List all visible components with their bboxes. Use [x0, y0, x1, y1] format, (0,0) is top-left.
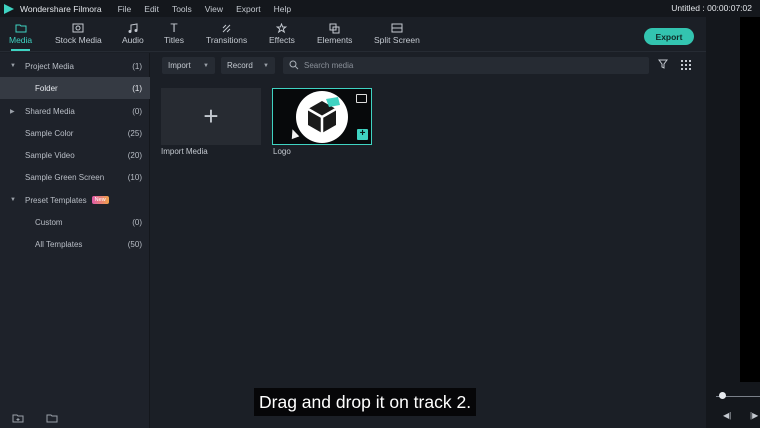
chevron-down-icon: ▼	[203, 62, 209, 69]
expand-down-icon[interactable]: ▼	[10, 63, 16, 69]
add-to-timeline-icon[interactable]: +	[357, 129, 368, 140]
tab-audio[interactable]: Audio	[122, 21, 144, 45]
sidebar-item-label-text: Preset Templates	[25, 195, 87, 205]
sidebar-item-label: Project Media	[25, 61, 74, 71]
import-media-tile[interactable]: +	[161, 88, 261, 145]
sidebar-item-label: All Templates	[35, 239, 83, 249]
search-media-input[interactable]: Search media	[283, 57, 649, 74]
step-back-icon[interactable]: ◀|	[723, 411, 731, 420]
transitions-icon	[219, 21, 235, 35]
plus-icon: +	[203, 101, 219, 131]
menu-help[interactable]: Help	[274, 4, 291, 14]
split-screen-icon	[389, 21, 405, 35]
sidebar-item-label: Folder	[35, 83, 58, 93]
sidebar-item-label: Shared Media	[25, 106, 75, 116]
effects-icon	[274, 21, 290, 35]
media-library-sidebar: ▼ Project Media (1) Folder (1) ▶ Shared …	[0, 53, 150, 428]
logo-media-tile[interactable]: +	[272, 88, 372, 145]
active-tab-indicator	[11, 49, 31, 51]
sidebar-item-count: (10)	[127, 172, 142, 182]
media-toolbar: Import ▼ Record ▼	[160, 57, 275, 75]
image-type-icon	[356, 94, 367, 103]
new-folder-icon[interactable]	[12, 413, 24, 426]
video-subtitle: Drag and drop it on track 2.	[254, 388, 477, 416]
tab-label: Transitions	[206, 35, 248, 45]
project-timecode: Untitled : 00:00:07:02	[671, 3, 752, 13]
sidebar-footer	[12, 413, 58, 426]
tab-label: Audio	[122, 35, 144, 45]
search-placeholder: Search media	[304, 61, 354, 70]
sidebar-item-project-media[interactable]: ▼ Project Media (1)	[0, 55, 150, 77]
sidebar-item-label: Sample Green Screen	[25, 172, 105, 182]
menu-export[interactable]: Export	[236, 4, 261, 14]
elements-icon	[327, 21, 343, 35]
record-label: Record	[227, 61, 253, 70]
app-name: Wondershare Filmora	[20, 3, 102, 14]
sidebar-item-all-templates[interactable]: All Templates (50)	[0, 233, 150, 255]
sidebar-item-count: (25)	[127, 128, 142, 138]
expand-right-icon[interactable]: ▶	[10, 108, 15, 115]
sidebar-item-count: (20)	[127, 150, 142, 160]
sidebar-item-count: (1)	[132, 61, 142, 71]
sidebar-item-sample-video[interactable]: Sample Video (20)	[0, 144, 150, 166]
expand-down-icon[interactable]: ▼	[10, 197, 16, 203]
grid-view-icon[interactable]	[681, 60, 691, 70]
menu-file[interactable]: File	[118, 4, 132, 14]
export-button[interactable]: Export	[644, 28, 694, 45]
sidebar-item-custom[interactable]: Custom (0)	[0, 211, 150, 233]
sidebar-item-folder[interactable]: Folder (1)	[0, 77, 150, 99]
sidebar-item-label: Preset Templates New	[25, 196, 109, 205]
sidebar-item-count: (50)	[127, 239, 142, 249]
title-bar: Wondershare Filmora File Edit Tools View…	[0, 0, 760, 17]
sidebar-item-count: (1)	[132, 83, 142, 93]
menu-edit[interactable]: Edit	[144, 4, 159, 14]
menu-tools[interactable]: Tools	[172, 4, 192, 14]
tab-label: Effects	[269, 35, 295, 45]
menu-view[interactable]: View	[205, 4, 223, 14]
stock-media-icon	[70, 21, 86, 35]
tab-effects[interactable]: Effects	[269, 21, 295, 45]
chevron-down-icon: ▼	[263, 62, 269, 69]
music-note-icon	[125, 21, 141, 35]
sidebar-item-sample-color[interactable]: Sample Color (25)	[0, 122, 150, 144]
import-label: Import	[168, 61, 191, 70]
tab-titles[interactable]: T Titles	[164, 21, 184, 45]
tab-stock-media[interactable]: Stock Media	[55, 21, 102, 45]
sidebar-item-count: (0)	[132, 106, 142, 116]
tab-split-screen[interactable]: Split Screen	[374, 21, 420, 45]
sidebar-item-label: Sample Video	[25, 150, 75, 160]
filmora-logo-icon	[4, 3, 15, 14]
logo-thumbnail-image	[296, 91, 348, 143]
tab-elements[interactable]: Elements	[317, 21, 352, 45]
tab-label: Titles	[164, 35, 184, 45]
sidebar-item-sample-green-screen[interactable]: Sample Green Screen (10)	[0, 166, 150, 188]
record-dropdown[interactable]: Record ▼	[221, 57, 275, 74]
tab-label: Elements	[317, 35, 353, 45]
sidebar-item-label: Sample Color	[25, 128, 74, 138]
text-t-icon: T	[170, 21, 178, 35]
sidebar-item-shared-media[interactable]: ▶ Shared Media (0)	[0, 100, 150, 122]
import-dropdown[interactable]: Import ▼	[162, 57, 215, 74]
media-caption: Import Media	[161, 147, 208, 156]
sidebar-item-label: Custom	[35, 217, 63, 227]
sidebar-item-preset-templates[interactable]: ▼ Preset Templates New	[0, 189, 150, 211]
tab-label: Split Screen	[374, 35, 420, 45]
tab-transitions[interactable]: Transitions	[206, 21, 247, 45]
open-folder-icon[interactable]	[46, 413, 58, 426]
new-badge: New	[91, 196, 109, 205]
preview-screen	[740, 17, 760, 382]
menu-bar: File Edit Tools View Export Help	[118, 4, 292, 14]
tab-media[interactable]: Media	[9, 21, 33, 51]
sidebar-item-count: (0)	[132, 217, 142, 227]
play-icon[interactable]: |▶	[750, 411, 758, 420]
media-caption: Logo	[273, 147, 291, 156]
media-tabs: Media Stock Media Audio T Titles Transit…	[0, 17, 706, 52]
search-icon	[289, 60, 299, 72]
tab-label: Media	[9, 35, 33, 45]
folder-icon	[13, 21, 29, 35]
preview-scrubber-handle[interactable]	[719, 392, 726, 399]
filter-icon[interactable]	[658, 59, 668, 72]
tab-label: Stock Media	[55, 35, 102, 45]
